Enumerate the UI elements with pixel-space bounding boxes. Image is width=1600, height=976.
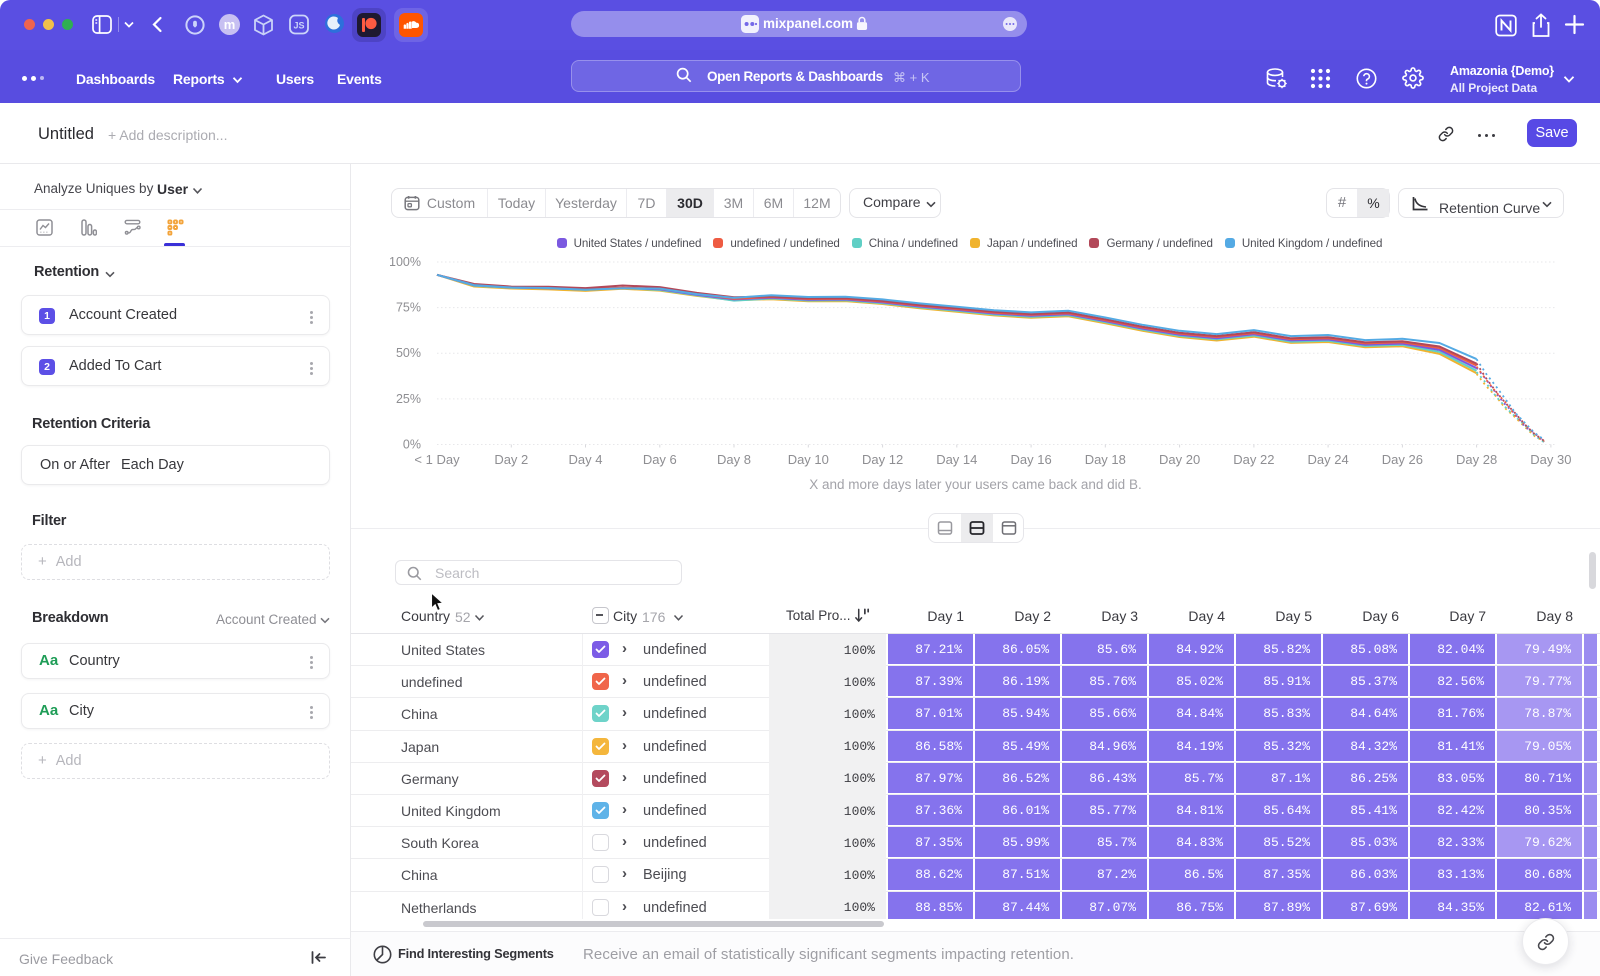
svg-text:Day 10: Day 10 <box>788 452 829 467</box>
svg-text:Day 4: Day 4 <box>569 452 603 467</box>
svg-text:75%: 75% <box>396 301 421 315</box>
svg-text:0%: 0% <box>403 438 421 452</box>
svg-text:Day 6: Day 6 <box>643 452 677 467</box>
svg-text:JS: JS <box>293 21 304 31</box>
svg-text:Day 28: Day 28 <box>1456 452 1497 467</box>
svg-text:Day 14: Day 14 <box>936 452 977 467</box>
svg-text:Day 24: Day 24 <box>1307 452 1348 467</box>
svg-text:100%: 100% <box>390 255 421 269</box>
svg-text:Day 22: Day 22 <box>1233 452 1274 467</box>
svg-text:Day 8: Day 8 <box>717 452 751 467</box>
svg-text:25%: 25% <box>396 392 421 406</box>
svg-text:Day 30: Day 30 <box>1530 452 1571 467</box>
svg-text:Day 20: Day 20 <box>1159 452 1200 467</box>
svg-text:Day 12: Day 12 <box>862 452 903 467</box>
svg-text:Day 26: Day 26 <box>1382 452 1423 467</box>
svg-text:50%: 50% <box>396 346 421 360</box>
svg-text:Day 18: Day 18 <box>1085 452 1126 467</box>
svg-text:< 1 Day: < 1 Day <box>414 452 460 467</box>
svg-text:Day 16: Day 16 <box>1010 452 1051 467</box>
svg-text:Day 2: Day 2 <box>494 452 528 467</box>
